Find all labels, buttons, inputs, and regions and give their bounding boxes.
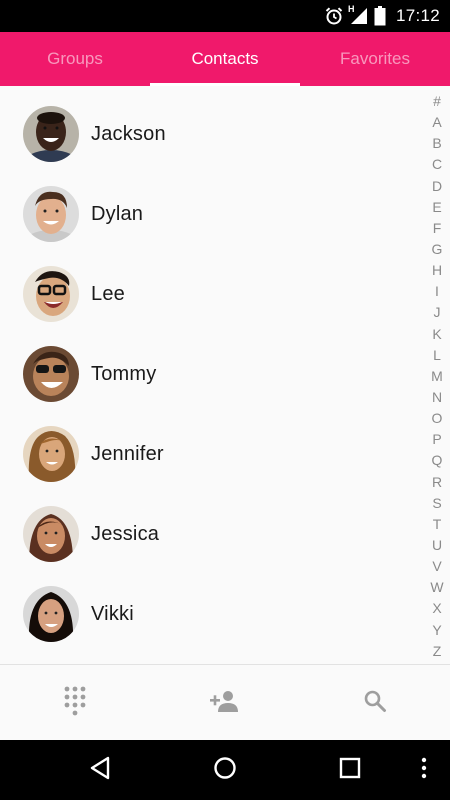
- tab-favorites[interactable]: Favorites: [300, 32, 450, 86]
- alphabet-letter[interactable]: N: [432, 390, 442, 404]
- recents-icon: [339, 757, 361, 784]
- contact-name: Jessica: [91, 522, 160, 545]
- tab-bar: Groups Contacts Favorites: [0, 32, 450, 86]
- alphabet-letter[interactable]: V: [432, 559, 441, 573]
- add-contact-icon: [210, 690, 240, 717]
- alphabet-letter[interactable]: G: [432, 242, 443, 256]
- back-button[interactable]: [82, 755, 118, 785]
- tab-groups[interactable]: Groups: [0, 32, 150, 86]
- alphabet-letter[interactable]: D: [432, 179, 442, 193]
- avatar: [23, 586, 79, 642]
- alphabet-letter[interactable]: Z: [433, 644, 442, 658]
- status-time: 17:12: [395, 6, 440, 25]
- home-icon: [213, 756, 237, 785]
- contact-item-vikki[interactable]: Vikki: [0, 574, 420, 654]
- alphabet-letter[interactable]: W: [430, 580, 443, 594]
- alphabet-letter[interactable]: M: [431, 369, 443, 383]
- avatar: [23, 266, 79, 322]
- signal-icon: H: [347, 4, 368, 25]
- alphabet-letter[interactable]: F: [433, 221, 442, 235]
- alphabet-letter[interactable]: C: [432, 157, 442, 171]
- alphabet-letter[interactable]: Q: [432, 453, 443, 467]
- alphabet-letter[interactable]: K: [432, 327, 441, 341]
- avatar: [23, 106, 79, 162]
- dialpad-icon: [63, 685, 87, 722]
- network-type-label: H: [347, 4, 355, 14]
- alphabet-letter[interactable]: E: [432, 200, 441, 214]
- menu-icon: [421, 757, 427, 784]
- dialpad-button[interactable]: [45, 673, 105, 733]
- contact-name: Jackson: [91, 122, 166, 145]
- overflow-menu-button[interactable]: [414, 755, 434, 785]
- avatar: [23, 346, 79, 402]
- search-button[interactable]: [345, 673, 405, 733]
- contact-item-lee[interactable]: Lee: [0, 254, 420, 334]
- contact-name: Lee: [91, 282, 125, 305]
- tab-contacts[interactable]: Contacts: [150, 32, 300, 86]
- alphabet-letter[interactable]: U: [432, 538, 442, 552]
- alphabet-letter[interactable]: L: [433, 348, 441, 362]
- home-button[interactable]: [207, 755, 243, 785]
- battery-icon: [374, 6, 386, 26]
- alphabet-letter[interactable]: R: [432, 475, 442, 489]
- alarm-icon: [324, 6, 344, 26]
- back-icon: [89, 756, 111, 785]
- search-icon: [363, 689, 387, 718]
- recents-button[interactable]: [332, 755, 368, 785]
- contact-item-jackson[interactable]: Jackson: [0, 94, 420, 174]
- alphabet-letter[interactable]: T: [433, 517, 442, 531]
- alphabet-letter[interactable]: Y: [432, 623, 441, 637]
- contact-name: Dylan: [91, 202, 144, 225]
- alphabet-letter[interactable]: S: [432, 496, 441, 510]
- contact-name: Vikki: [91, 602, 134, 625]
- contact-name: Jennifer: [91, 442, 164, 465]
- avatar: [23, 426, 79, 482]
- contact-list[interactable]: Jackson Dylan Lee Tommy Jennifer Jessica…: [0, 86, 420, 664]
- alphabet-letter[interactable]: A: [432, 115, 441, 129]
- contact-name: Tommy: [91, 362, 157, 385]
- navigation-bar: [0, 740, 450, 800]
- alphabet-letter[interactable]: I: [435, 284, 439, 298]
- contacts-screen: H 17:12 Groups Contacts Favorites Jackso…: [0, 0, 450, 800]
- add-contact-button[interactable]: [195, 673, 255, 733]
- contact-item-jennifer[interactable]: Jennifer: [0, 414, 420, 494]
- avatar: [23, 186, 79, 242]
- avatar: [23, 506, 79, 562]
- alphabet-letter[interactable]: P: [432, 432, 441, 446]
- alphabet-letter[interactable]: B: [432, 136, 441, 150]
- contact-item-dylan[interactable]: Dylan: [0, 174, 420, 254]
- bottom-toolbar: [0, 664, 450, 741]
- alphabet-letter[interactable]: X: [432, 601, 441, 615]
- contact-item-jessica[interactable]: Jessica: [0, 494, 420, 574]
- alphabet-letter[interactable]: H: [432, 263, 442, 277]
- alphabet-letter[interactable]: #: [433, 94, 441, 108]
- contact-item-tommy[interactable]: Tommy: [0, 334, 420, 414]
- alphabet-index[interactable]: # A B C D E F G H I J K L M N O P Q R S T U V W X Y Z: [424, 94, 450, 658]
- alphabet-letter[interactable]: O: [432, 411, 443, 425]
- status-bar: H 17:12: [0, 0, 450, 32]
- alphabet-letter[interactable]: J: [434, 305, 441, 319]
